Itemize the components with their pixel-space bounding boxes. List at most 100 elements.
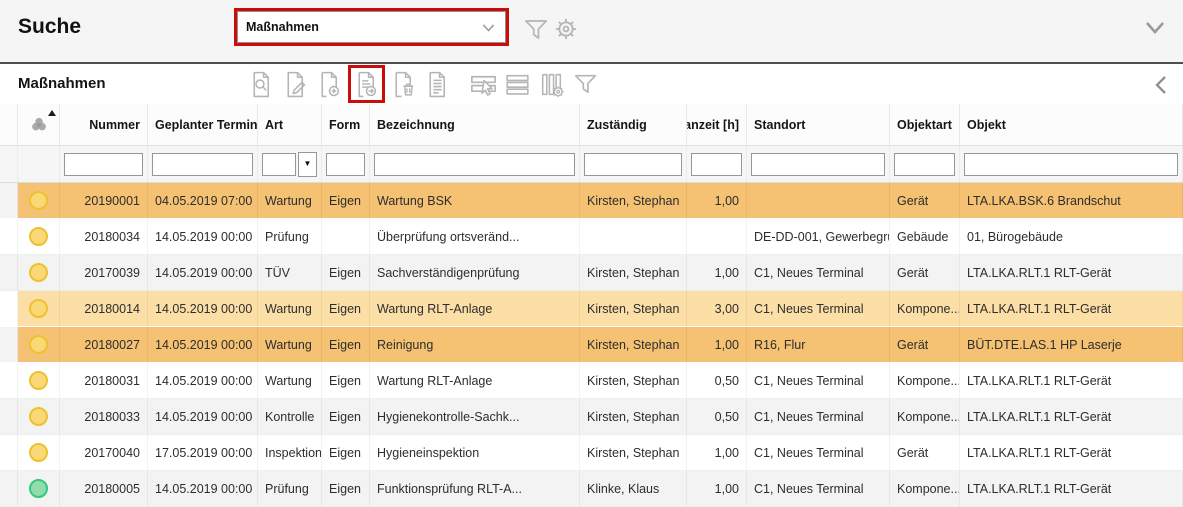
table-row[interactable]: 2019000104.05.2019 07:00WartungEigenWart…: [0, 183, 1183, 219]
table-row[interactable]: 2017004017.05.2019 00:00InspektionEigenH…: [0, 435, 1183, 471]
document-copy-add-button[interactable]: [351, 67, 382, 101]
cell-standort: DE-DD-001, Gewerbegru...: [747, 219, 890, 254]
column-header-art[interactable]: Art: [258, 104, 322, 145]
cell-standort: [747, 183, 890, 218]
column-header-termin[interactable]: Geplanter Termin: [148, 104, 258, 145]
filter-input-form[interactable]: [326, 153, 365, 176]
cell-objektart: Gerät: [890, 255, 960, 290]
cell-standort: C1, Neues Terminal: [747, 291, 890, 326]
status-cluster-icon: [28, 114, 50, 136]
filter-cell-standort: [747, 146, 890, 182]
row-gutter: [0, 219, 18, 254]
cell-termin: 14.05.2019 00:00: [148, 327, 258, 362]
table-row[interactable]: 2018003414.05.2019 00:00PrüfungÜberprüfu…: [0, 219, 1183, 255]
search-type-dropdown[interactable]: Maßnahmen: [237, 11, 506, 43]
list-view-button[interactable]: [502, 67, 533, 101]
status-cell: [18, 291, 60, 326]
column-header-standort[interactable]: Standort: [747, 104, 890, 145]
filter-input-nummer[interactable]: [64, 153, 143, 176]
cell-art: TÜV: [258, 255, 322, 290]
cell-termin: 14.05.2019 00:00: [148, 363, 258, 398]
table-row[interactable]: 2018003114.05.2019 00:00WartungEigenWart…: [0, 363, 1183, 399]
filter-input-zustaendig[interactable]: [584, 153, 682, 176]
table-row[interactable]: 2018001414.05.2019 00:00WartungEigenWart…: [0, 291, 1183, 327]
cell-art: Kontrolle: [258, 399, 322, 434]
filter-cell-objekt: [960, 146, 1183, 182]
cell-zustaendig: Kirsten, Stephan: [580, 327, 687, 362]
cell-bezeichnung: Hygienekontrolle-Sachk...: [370, 399, 580, 434]
column-settings-button[interactable]: [536, 67, 567, 101]
table-row[interactable]: 2018003314.05.2019 00:00KontrolleEigenHy…: [0, 399, 1183, 435]
cell-zustaendig: Kirsten, Stephan: [580, 363, 687, 398]
document-copy-add-icon: [352, 69, 381, 100]
row-select-icon: [468, 69, 499, 100]
document-add-button[interactable]: [314, 67, 345, 101]
document-edit-icon: [281, 69, 310, 100]
document-add-icon: [315, 69, 344, 100]
document-report-button[interactable]: [422, 67, 453, 101]
column-header-objekt[interactable]: Objekt: [960, 104, 1183, 145]
cell-objekt: BÜT.DTE.LAS.1 HP Laserje: [960, 327, 1183, 362]
filter-input-bezeichnung[interactable]: [374, 153, 575, 176]
column-header-nummer[interactable]: Nummer: [60, 104, 148, 145]
status-cell: [18, 183, 60, 218]
row-gutter: [0, 291, 18, 326]
cell-form: Eigen: [322, 363, 370, 398]
column-header-status[interactable]: [18, 104, 60, 145]
cell-form: Eigen: [322, 291, 370, 326]
table-row[interactable]: 2018002714.05.2019 00:00WartungEigenRein…: [0, 327, 1183, 363]
filter-input-planzeit[interactable]: [691, 153, 742, 176]
document-delete-icon: [389, 69, 418, 100]
cell-bezeichnung: Überprüfung ortsveränd...: [370, 219, 580, 254]
chevron-down-icon: [480, 19, 497, 36]
column-header-objektart[interactable]: Objektart: [890, 104, 960, 145]
filter-dropdown-button-art[interactable]: ▼: [298, 152, 317, 177]
document-edit-button[interactable]: [280, 67, 311, 101]
document-delete-button[interactable]: [388, 67, 419, 101]
collapse-table-button[interactable]: [1152, 73, 1170, 97]
column-label: Nummer: [89, 118, 140, 132]
document-preview-button[interactable]: [246, 67, 277, 101]
column-label: Standort: [754, 118, 805, 132]
table-row[interactable]: 2017003914.05.2019 00:00TÜVEigenSachvers…: [0, 255, 1183, 291]
column-header-bezeichnung[interactable]: Bezeichnung: [370, 104, 580, 145]
table-row[interactable]: 2018000514.05.2019 00:00PrüfungEigenFunk…: [0, 471, 1183, 507]
status-yellow-dot: [29, 191, 48, 210]
toolbar-buttons: [246, 64, 601, 104]
cell-termin: 14.05.2019 00:00: [148, 219, 258, 254]
filter-input-termin[interactable]: [152, 153, 253, 176]
collapse-chevron-down-icon: [1142, 19, 1168, 37]
status-yellow-dot: [29, 227, 48, 246]
cell-termin: 14.05.2019 00:00: [148, 255, 258, 290]
document-report-icon: [423, 69, 452, 100]
search-filter-button[interactable]: [521, 13, 551, 45]
filter-input-art[interactable]: [262, 153, 296, 176]
filter-cell-objektart: [890, 146, 960, 182]
filter-button[interactable]: [570, 67, 601, 101]
gear-icon: [551, 13, 581, 45]
cell-objektart: Gebäude: [890, 219, 960, 254]
column-label: Bezeichnung: [377, 118, 455, 132]
filter-input-objektart[interactable]: [894, 153, 955, 176]
search-settings-button[interactable]: [551, 13, 581, 45]
column-header-form[interactable]: Form: [322, 104, 370, 145]
column-header-planzeit[interactable]: Planzeit [h]: [687, 104, 747, 145]
column-header-gutter[interactable]: [0, 104, 18, 145]
cell-planzeit: 1,00: [687, 471, 747, 506]
cell-zustaendig: Kirsten, Stephan: [580, 255, 687, 290]
filter-input-standort[interactable]: [751, 153, 885, 176]
cell-nummer: 20180014: [60, 291, 148, 326]
collapse-search-panel-button[interactable]: [1142, 19, 1168, 37]
cell-termin: 14.05.2019 00:00: [148, 291, 258, 326]
column-label: Objekt: [967, 118, 1006, 132]
cell-objekt: LTA.LKA.RLT.1 RLT-Gerät: [960, 255, 1183, 290]
cell-form: Eigen: [322, 327, 370, 362]
cell-bezeichnung: Hygieneinspektion: [370, 435, 580, 470]
cell-art: Wartung: [258, 363, 322, 398]
filter-input-objekt[interactable]: [964, 153, 1178, 176]
page-title: Suche: [18, 15, 81, 39]
cell-nummer: 20190001: [60, 183, 148, 218]
row-select-button[interactable]: [468, 67, 499, 101]
column-header-zustaendig[interactable]: Zuständig: [580, 104, 687, 145]
cell-nummer: 20170040: [60, 435, 148, 470]
